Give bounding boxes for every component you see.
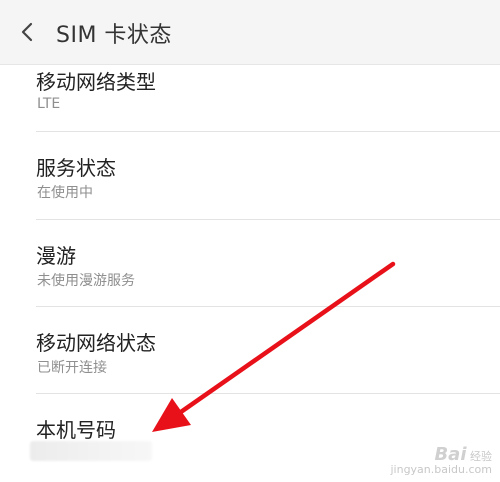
item-value: 已断开连接 bbox=[37, 360, 107, 376]
item-value: LTE bbox=[37, 96, 61, 112]
item-value: 在使用中 bbox=[37, 185, 93, 201]
list-item-roaming[interactable]: 漫游 未使用漫游服务 bbox=[0, 220, 500, 307]
item-label: 移动网络类型 bbox=[36, 70, 156, 94]
watermark-logo: Bai bbox=[434, 444, 467, 465]
list-item-network-state[interactable]: 移动网络状态 已断开连接 bbox=[0, 307, 500, 394]
item-label: 服务状态 bbox=[36, 156, 116, 180]
watermark: Bai 经验 jingyan.baidu.com bbox=[390, 446, 492, 477]
watermark-line1: 经验 bbox=[470, 450, 492, 463]
item-value: 未使用漫游服务 bbox=[37, 273, 135, 289]
item-label: 漫游 bbox=[36, 244, 76, 268]
watermark-line2: jingyan.baidu.com bbox=[390, 463, 492, 476]
item-label: 本机号码 bbox=[36, 418, 116, 442]
back-button[interactable] bbox=[14, 18, 42, 46]
page-title: SIM 卡状态 bbox=[56, 23, 172, 48]
app-header: SIM 卡状态 bbox=[0, 0, 500, 65]
chevron-left-icon bbox=[21, 22, 33, 42]
list-item-network-type[interactable]: 移动网络类型 LTE bbox=[0, 64, 500, 132]
redacted-phone-number bbox=[30, 441, 152, 461]
list-item-service-status[interactable]: 服务状态 在使用中 bbox=[0, 132, 500, 219]
item-label: 移动网络状态 bbox=[36, 331, 156, 355]
